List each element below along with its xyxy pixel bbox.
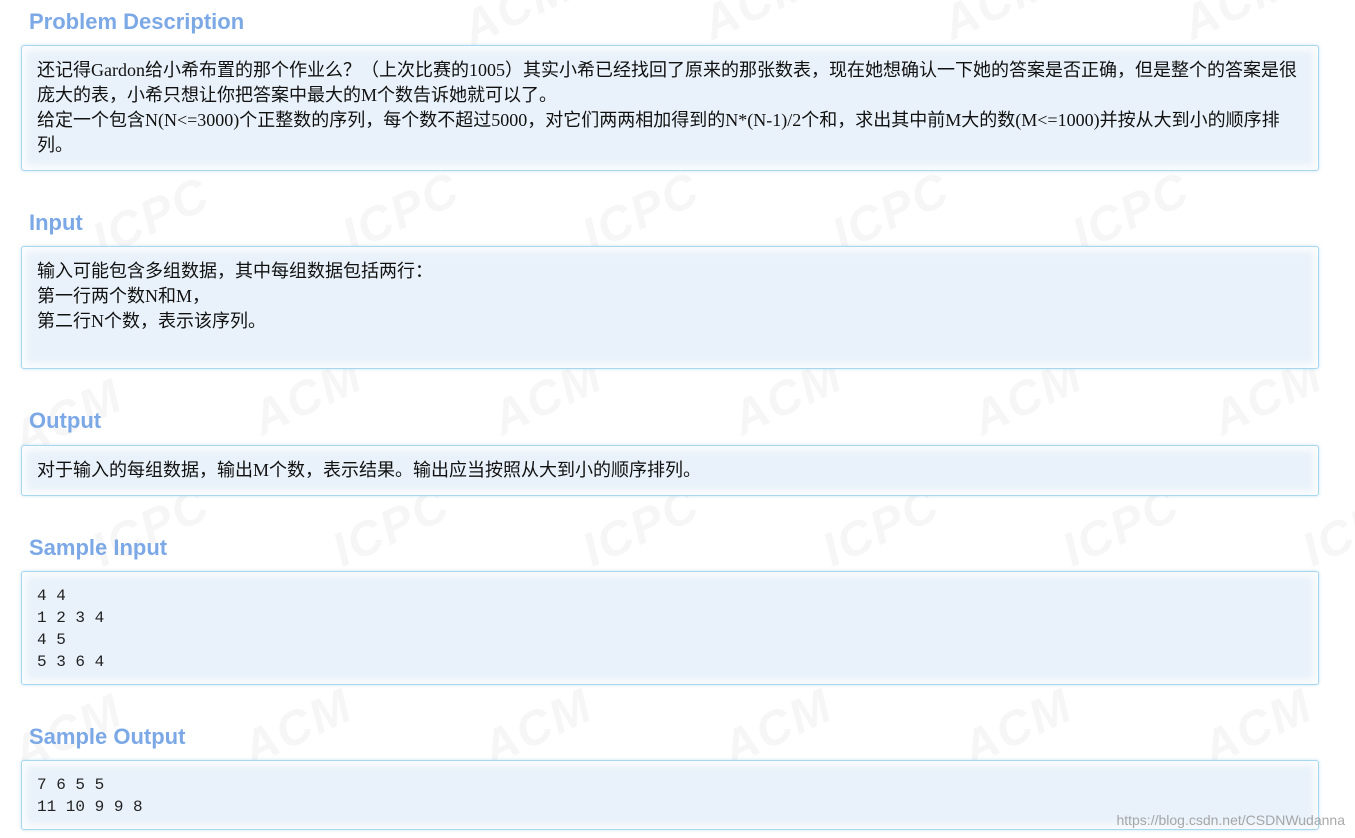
input-line: 输入可能包含多组数据，其中每组数据包括两行： (37, 261, 433, 281)
input-line: 第二行N个数，表示该序列。 (37, 311, 266, 331)
output-panel: 对于输入的每组数据，输出M个数，表示结果。输出应当按照从大到小的顺序排列。 (21, 445, 1319, 496)
input-panel: 输入可能包含多组数据，其中每组数据包括两行： 第一行两个数N和M， 第二行N个数… (21, 246, 1319, 369)
input-title: Input (29, 210, 83, 235)
sample-input-title: Sample Input (29, 535, 168, 560)
description-paragraph: 还记得Gardon给小希布置的那个作业么？（上次比赛的1005）其实小希已经找回… (37, 60, 1297, 105)
problem-description-panel: 还记得Gardon给小希布置的那个作业么？（上次比赛的1005）其实小希已经找回… (21, 45, 1319, 171)
description-paragraph: 给定一个包含N(N<=3000)个正整数的序列，每个数不超过5000，对它们两两… (37, 110, 1280, 155)
problem-description-title: Problem Description (29, 9, 245, 34)
sample-input-panel: 4 4 1 2 3 4 4 5 5 3 6 4 (21, 571, 1319, 685)
output-title: Output (29, 408, 102, 433)
blog-credit-watermark: https://blog.csdn.net/CSDNWudanna (1116, 812, 1345, 828)
output-line: 对于输入的每组数据，输出M个数，表示结果。输出应当按照从大到小的顺序排列。 (37, 460, 702, 480)
input-line: 第一行两个数N和M， (37, 286, 211, 306)
sample-output-title: Sample Output (29, 724, 186, 749)
